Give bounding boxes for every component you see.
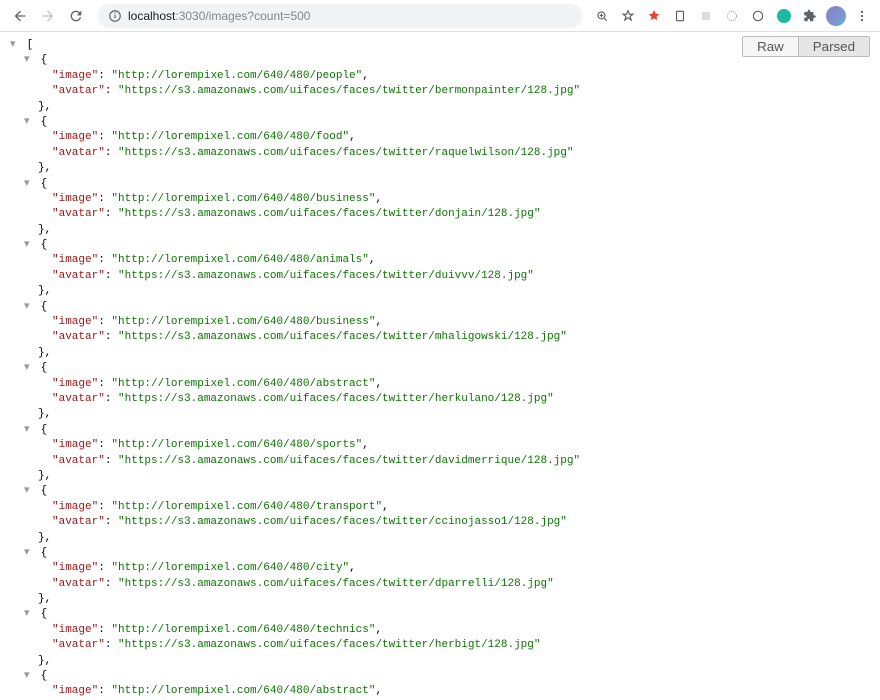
json-string-value[interactable]: "https://s3.amazonaws.com/uifaces/faces/… [118, 270, 534, 282]
json-string-value[interactable]: "https://s3.amazonaws.com/uifaces/faces/… [118, 147, 573, 159]
json-string-value[interactable]: "http://lorempixel.com/640/480/transport… [111, 501, 382, 513]
json-string-value[interactable]: "https://s3.amazonaws.com/uifaces/faces/… [118, 578, 554, 590]
toggle-icon[interactable]: ▾ [24, 423, 34, 438]
toolbar-actions [592, 6, 872, 26]
toggle-icon[interactable]: ▾ [10, 38, 20, 53]
json-string-value[interactable]: "https://s3.amazonaws.com/uifaces/faces/… [118, 516, 567, 528]
json-string-value[interactable]: "http://lorempixel.com/640/480/sports" [111, 439, 362, 451]
json-string-value[interactable]: "https://s3.amazonaws.com/uifaces/faces/… [118, 331, 567, 343]
tab-parsed[interactable]: Parsed [799, 37, 869, 56]
reload-icon [68, 8, 84, 24]
toggle-icon[interactable]: ▾ [24, 177, 34, 192]
zoom-icon[interactable] [592, 6, 612, 26]
json-string-value[interactable]: "http://lorempixel.com/640/480/food" [111, 131, 349, 143]
url-path: /images?count=500 [205, 9, 310, 23]
forward-button[interactable] [36, 4, 60, 28]
json-string-value[interactable]: "http://lorempixel.com/640/480/business" [111, 193, 375, 205]
toggle-icon[interactable]: ▾ [24, 238, 34, 253]
toggle-icon[interactable]: ▾ [24, 361, 34, 376]
view-mode-tabs: Raw Parsed [742, 36, 870, 57]
browser-toolbar: localhost:3030/images?count=500 [0, 0, 880, 32]
json-viewer: Raw Parsed ▾ [▾ {"image": "http://loremp… [0, 32, 880, 700]
tab-raw[interactable]: Raw [743, 37, 799, 56]
toggle-icon[interactable]: ▾ [24, 607, 34, 622]
json-string-value[interactable]: "http://lorempixel.com/640/480/business" [111, 316, 375, 328]
extension-icon-5[interactable] [748, 6, 768, 26]
toggle-icon[interactable]: ▾ [24, 53, 34, 68]
json-string-value[interactable]: "https://s3.amazonaws.com/uifaces/faces/… [118, 455, 580, 467]
toggle-icon[interactable]: ▾ [24, 669, 34, 684]
url-host: localhost [128, 9, 175, 23]
url-port: :3030 [175, 9, 205, 23]
extension-icon-6[interactable] [774, 6, 794, 26]
json-string-value[interactable]: "http://lorempixel.com/640/480/abstract" [111, 685, 375, 697]
profile-avatar[interactable] [826, 6, 846, 26]
json-string-value[interactable]: "http://lorempixel.com/640/480/people" [111, 70, 362, 82]
json-string-value[interactable]: "http://lorempixel.com/640/480/abstract" [111, 378, 375, 390]
site-info-icon [108, 9, 122, 23]
extension-icon-2[interactable] [670, 6, 690, 26]
json-string-value[interactable]: "https://s3.amazonaws.com/uifaces/faces/… [118, 208, 540, 220]
address-bar[interactable]: localhost:3030/images?count=500 [98, 4, 582, 28]
json-string-value[interactable]: "http://lorempixel.com/640/480/technics" [111, 624, 375, 636]
json-string-value[interactable]: "https://s3.amazonaws.com/uifaces/faces/… [118, 393, 554, 405]
toggle-icon[interactable]: ▾ [24, 300, 34, 315]
reload-button[interactable] [64, 4, 88, 28]
star-icon[interactable] [618, 6, 638, 26]
arrow-left-icon [12, 8, 28, 24]
menu-icon[interactable] [852, 6, 872, 26]
json-string-value[interactable]: "http://lorempixel.com/640/480/animals" [111, 254, 368, 266]
json-string-value[interactable]: "http://lorempixel.com/640/480/city" [111, 562, 349, 574]
json-string-value[interactable]: "https://s3.amazonaws.com/uifaces/faces/… [118, 85, 580, 97]
extension-icon-3[interactable] [696, 6, 716, 26]
toggle-icon[interactable]: ▾ [24, 115, 34, 130]
json-string-value[interactable]: "https://s3.amazonaws.com/uifaces/faces/… [118, 639, 540, 651]
extensions-icon[interactable] [800, 6, 820, 26]
toggle-icon[interactable]: ▾ [24, 484, 34, 499]
toggle-icon[interactable]: ▾ [24, 546, 34, 561]
arrow-right-icon [40, 8, 56, 24]
extension-icon-1[interactable] [644, 6, 664, 26]
json-tree[interactable]: ▾ [▾ {"image": "http://lorempixel.com/64… [10, 38, 880, 700]
back-button[interactable] [8, 4, 32, 28]
extension-icon-4[interactable] [722, 6, 742, 26]
